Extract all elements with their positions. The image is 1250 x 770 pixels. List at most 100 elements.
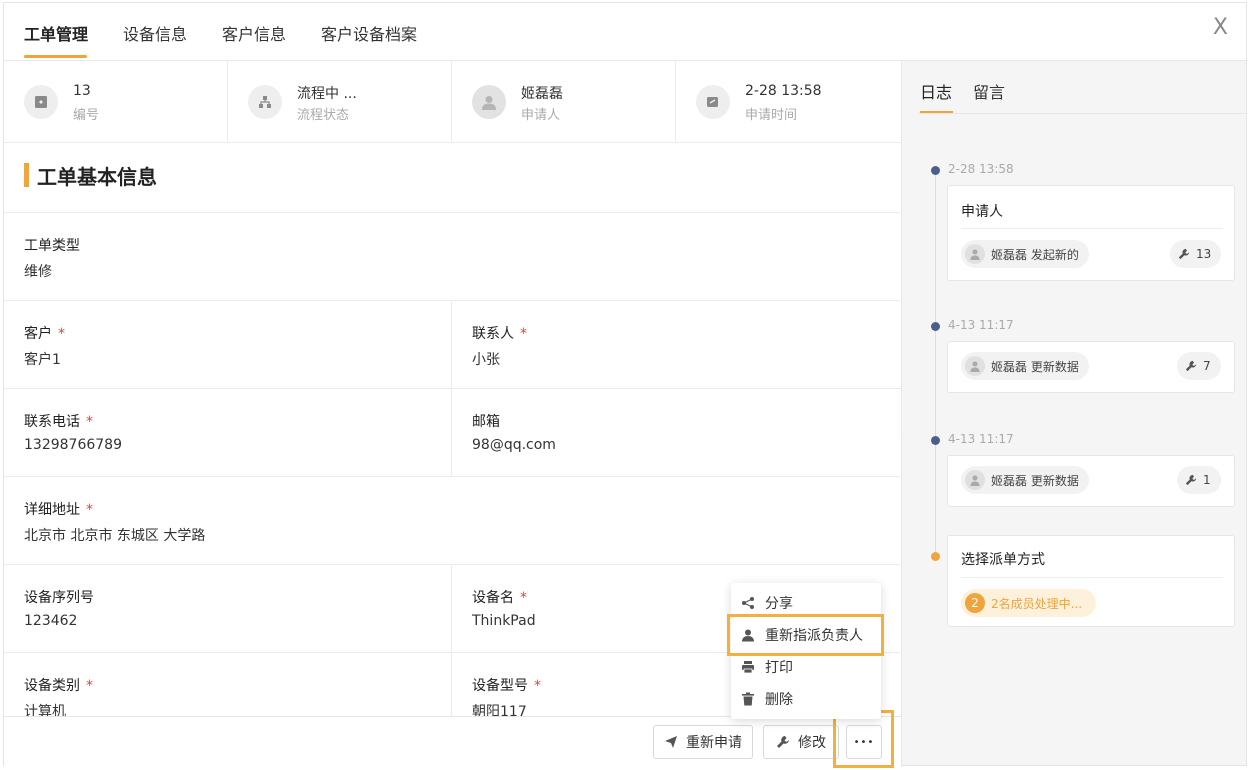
- field-value: 维修: [24, 264, 52, 280]
- timeline-card: 姬磊磊 更新数据 1: [947, 455, 1235, 507]
- field-value: 客户1: [24, 352, 61, 368]
- section-title: 工单基本信息: [24, 162, 157, 189]
- section-title-text: 工单基本信息: [37, 164, 157, 189]
- field-customer: 客户 * 客户1: [4, 301, 452, 389]
- tab-customer-device-archive[interactable]: 客户设备档案: [321, 21, 417, 45]
- close-icon[interactable]: X: [1213, 17, 1228, 39]
- reapply-button[interactable]: 重新申请: [653, 725, 753, 759]
- user-action-text: 姬磊磊 发起新的: [991, 247, 1079, 262]
- required-mark: *: [86, 414, 93, 430]
- field-value: 朝阳117: [472, 704, 527, 716]
- send-icon: [665, 736, 677, 748]
- change-count-pill[interactable]: 7: [1177, 352, 1221, 380]
- required-mark: *: [534, 678, 541, 694]
- card-divider: [961, 228, 1223, 229]
- field-label: 联系人 *: [472, 326, 527, 342]
- field-label: 联系电话 *: [24, 414, 93, 430]
- change-count: 13: [1196, 247, 1212, 261]
- field-value: 北京市 北京市 东城区 大学路: [24, 528, 206, 544]
- applicant-value: 姬磊磊: [521, 86, 563, 102]
- ticket-number-value: 13: [73, 83, 91, 99]
- card-title: 选择派单方式: [961, 552, 1045, 568]
- field-value: 13298766789: [24, 437, 122, 453]
- flow-status-label: 流程状态: [297, 108, 350, 123]
- avatar: [965, 470, 985, 490]
- user-action-text: 姬磊磊 更新数据: [991, 473, 1079, 488]
- stat-apply-time: 2-28 13:58 申请时间: [676, 61, 900, 143]
- menu-item-label: 打印: [765, 660, 793, 676]
- top-tab-bar: 工单管理 设备信息 客户信息 客户设备档案 X: [4, 3, 1246, 61]
- user-action-pill: 姬磊磊 发起新的: [961, 240, 1089, 268]
- apply-time-label: 申请时间: [745, 108, 798, 123]
- stat-flow-status: 流程中 ... 流程状态: [228, 61, 452, 143]
- change-count-pill[interactable]: 1: [1177, 466, 1221, 494]
- pending-members-pill[interactable]: 2 2名成员处理中...: [961, 589, 1097, 617]
- timeline-card: 申请人 姬磊磊 发起新的 13: [947, 185, 1235, 281]
- avatar: [965, 356, 985, 376]
- change-count-pill[interactable]: 13: [1170, 240, 1222, 268]
- required-mark: *: [86, 502, 93, 518]
- timeline-dot: [931, 322, 940, 331]
- wrench-icon: [1185, 360, 1197, 372]
- active-tab-indicator: [24, 55, 87, 58]
- field-address: 详细地址 * 北京市 北京市 东城区 大学路: [4, 477, 901, 565]
- field-row: 客户 * 客户1 联系人 * 小张: [4, 300, 901, 389]
- wrench-icon: [777, 736, 789, 748]
- ticket-stats-bar: 13 编号 流程中 ... 流程状态 姬磊磊 申请人 2-28 13:58 申请…: [4, 61, 901, 143]
- pending-count-badge: 2: [965, 593, 985, 613]
- menu-item-delete[interactable]: 删除: [731, 683, 881, 715]
- menu-item-label: 删除: [765, 692, 793, 708]
- action-footer: 重新申请 修改 •••: [4, 710, 901, 768]
- field-label: 客户 *: [24, 326, 65, 342]
- reassign-highlight: [727, 614, 884, 656]
- field-row: 详细地址 * 北京市 北京市 东城区 大学路: [4, 476, 901, 564]
- active-right-tab-indicator: [920, 111, 953, 113]
- field-label: 工单类型: [24, 238, 80, 254]
- activity-panel: 日志 留言 2-28 13:58 申请人 姬磊磊 发起新的 13 4-13 11…: [901, 61, 1247, 765]
- field-value: 小张: [472, 352, 500, 368]
- tab-device-info[interactable]: 设备信息: [123, 21, 187, 45]
- timeline-timestamp: 4-13 11:17: [948, 318, 1014, 332]
- wrench-icon: [1178, 248, 1190, 260]
- field-value: ThinkPad: [472, 613, 536, 629]
- required-mark: *: [520, 326, 527, 342]
- edit-button[interactable]: 修改: [763, 725, 839, 759]
- field-label: 设备类别 *: [24, 678, 93, 694]
- tab-customer-info[interactable]: 客户信息: [222, 21, 286, 45]
- calendar-edit-icon: [696, 85, 730, 119]
- field-label: 设备序列号: [24, 590, 94, 606]
- field-email: 邮箱 98@qq.com: [452, 389, 901, 477]
- printer-icon: [742, 661, 754, 674]
- timeline-card: 姬磊磊 更新数据 7: [947, 341, 1235, 393]
- reapply-button-label: 重新申请: [686, 735, 742, 751]
- ticket-detail-window: 工单管理 设备信息 客户信息 客户设备档案 X 13 编号 流程中 ... 流程…: [3, 2, 1247, 768]
- pending-text: 2名成员处理中...: [991, 596, 1083, 611]
- flow-status-value: 流程中 ...: [297, 86, 357, 102]
- apply-time-value: 2-28 13:58: [745, 83, 822, 99]
- field-label: 邮箱: [472, 414, 500, 430]
- timeline-dot-pending: [931, 552, 940, 561]
- required-mark: *: [58, 326, 65, 342]
- timeline-dot: [931, 436, 940, 445]
- user-avatar-icon: [472, 85, 506, 119]
- timeline-line: [935, 169, 936, 559]
- tab-log[interactable]: 日志: [920, 79, 952, 103]
- tab-ticket-management[interactable]: 工单管理: [24, 21, 88, 45]
- applicant-label: 申请人: [521, 108, 561, 123]
- timeline-timestamp: 4-13 11:17: [948, 432, 1014, 446]
- timeline-dot: [931, 166, 940, 175]
- field-row: 联系电话 * 13298766789 邮箱 98@qq.com: [4, 388, 901, 477]
- card-divider: [961, 577, 1223, 578]
- field-device-category: 设备类别 * 计算机: [4, 653, 452, 716]
- card-title: 申请人: [961, 204, 1003, 220]
- trash-icon: [742, 692, 754, 706]
- field-value: 计算机: [24, 704, 66, 716]
- avatar: [965, 244, 985, 264]
- ticket-number-label: 编号: [73, 108, 100, 123]
- field-row: 工单类型 维修: [4, 212, 901, 300]
- field-value: 123462: [24, 613, 78, 629]
- edit-button-label: 修改: [798, 735, 826, 751]
- change-count: 7: [1203, 359, 1211, 373]
- tab-comments[interactable]: 留言: [973, 79, 1005, 103]
- menu-item-label: 分享: [765, 596, 793, 612]
